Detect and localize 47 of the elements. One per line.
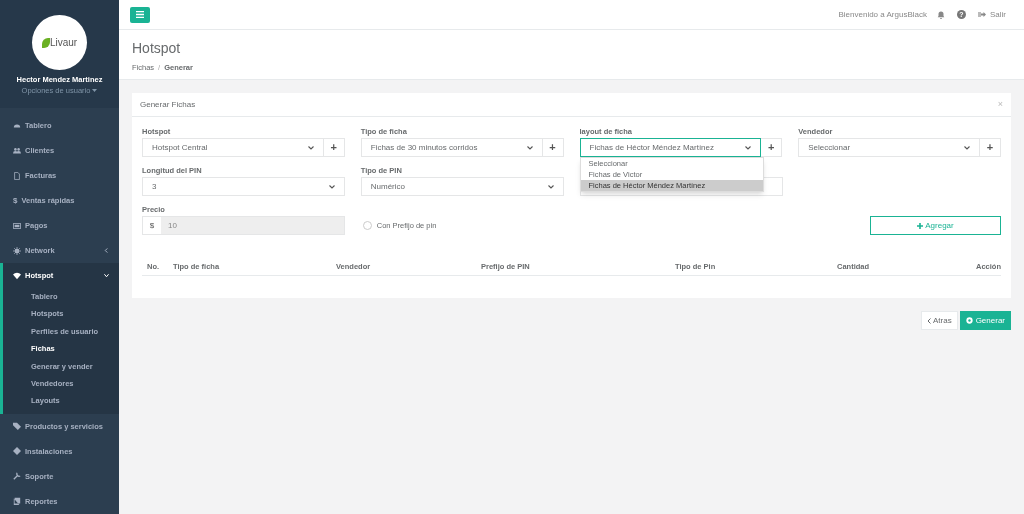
users-icon bbox=[13, 146, 21, 155]
select-field[interactable]: Seleccionar bbox=[798, 138, 980, 157]
add-button[interactable]: + bbox=[980, 138, 1001, 157]
diamond-icon bbox=[13, 447, 21, 456]
chevron-left-icon bbox=[104, 248, 109, 253]
welcome-text: Bienvenido a ArgusBlack bbox=[838, 8, 927, 21]
select-field[interactable]: Fichas de Héctor Méndez Martínez bbox=[579, 138, 762, 157]
document-icon bbox=[13, 171, 21, 180]
plus-icon bbox=[917, 222, 924, 229]
chevron-down-icon bbox=[104, 273, 109, 278]
dashboard-icon bbox=[13, 121, 21, 130]
add-button[interactable]: + bbox=[761, 138, 783, 157]
gear-icon bbox=[13, 246, 21, 255]
page-title: Hotspot bbox=[132, 39, 182, 57]
chevron-down-icon bbox=[745, 145, 752, 150]
price-field[interactable]: $ 10 bbox=[142, 216, 345, 235]
book-icon bbox=[13, 497, 21, 506]
wifi-icon bbox=[13, 271, 21, 280]
menu-icon bbox=[136, 11, 144, 18]
add-button[interactable]: + bbox=[323, 138, 345, 157]
card-icon bbox=[13, 221, 21, 230]
dollar-icon: $ bbox=[13, 194, 18, 207]
chevron-down-icon bbox=[526, 145, 533, 150]
leaf-icon bbox=[41, 37, 50, 48]
radio-button[interactable] bbox=[362, 221, 372, 230]
select-field[interactable]: 3 bbox=[142, 177, 345, 196]
chevron-down-icon bbox=[307, 145, 314, 150]
bell-icon[interactable] bbox=[937, 10, 945, 19]
tag-icon bbox=[13, 422, 21, 431]
chevron-down-icon bbox=[328, 184, 335, 189]
add-button[interactable]: + bbox=[542, 138, 564, 157]
logout-icon bbox=[978, 11, 986, 18]
logo-text: Livaur bbox=[49, 36, 78, 50]
menu-button[interactable] bbox=[130, 6, 150, 23]
chevron-left-icon bbox=[926, 317, 931, 324]
caret-icon bbox=[92, 89, 98, 93]
gear-icon bbox=[965, 317, 973, 324]
select-field[interactable]: Hotspot Central bbox=[142, 138, 324, 157]
chevron-down-icon bbox=[964, 145, 970, 150]
select-field[interactable]: Fichas de 30 minutos corridos bbox=[360, 138, 543, 157]
back-button[interactable]: Atras bbox=[920, 311, 958, 330]
chevron-down-icon bbox=[547, 184, 554, 189]
card-title: Generar Fichas bbox=[140, 98, 196, 111]
select-field[interactable]: Numérico bbox=[360, 177, 564, 196]
logout-button[interactable]: Salir bbox=[978, 8, 1006, 21]
price-value: 10 bbox=[161, 217, 344, 234]
wrench-icon bbox=[13, 472, 21, 481]
